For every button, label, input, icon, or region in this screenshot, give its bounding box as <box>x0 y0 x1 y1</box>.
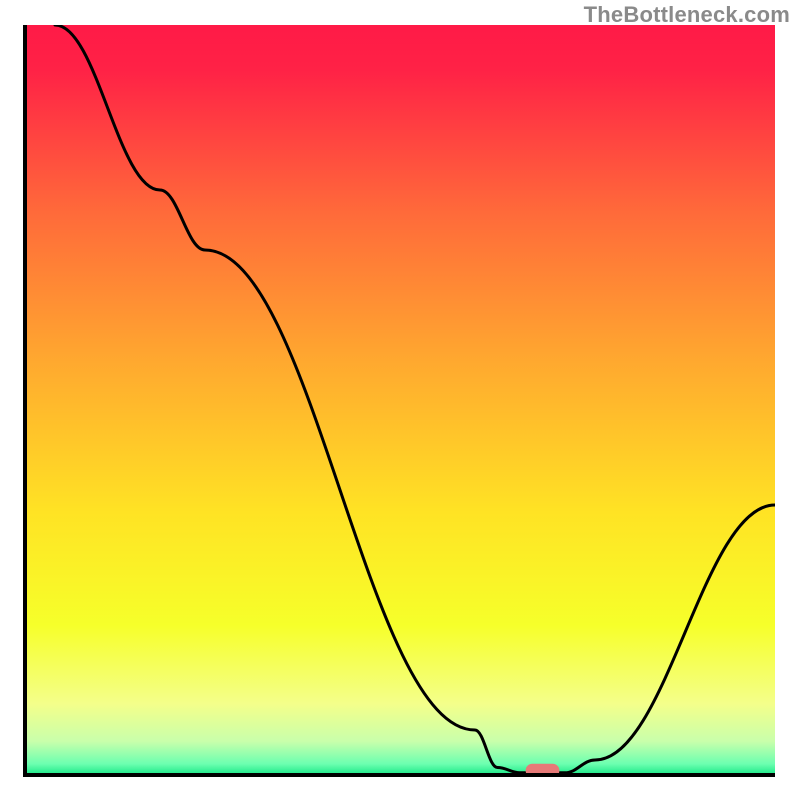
watermark-label: TheBottleneck.com <box>584 2 790 28</box>
chart-frame: TheBottleneck.com <box>0 0 800 800</box>
bottleneck-chart <box>0 0 800 800</box>
plot-background <box>25 25 775 775</box>
